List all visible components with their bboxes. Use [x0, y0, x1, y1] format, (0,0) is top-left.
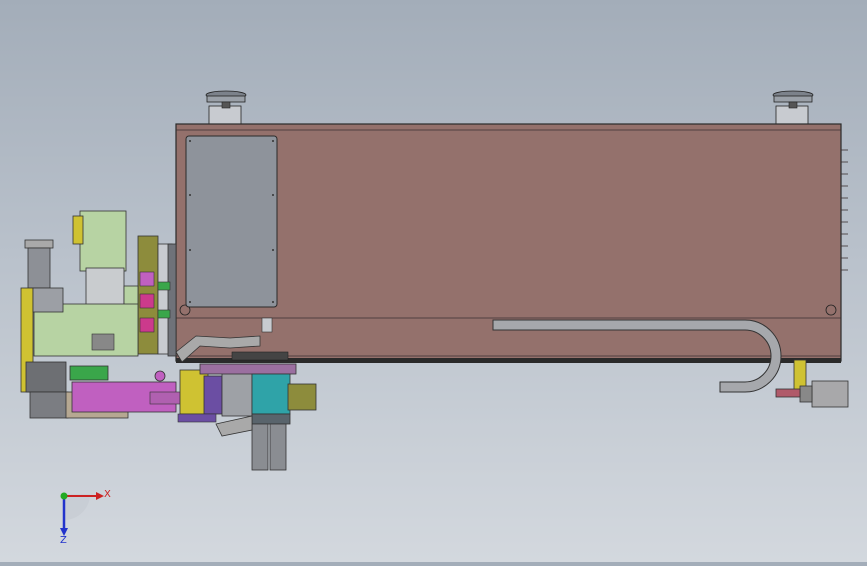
z-axis-label: Z: [60, 535, 67, 546]
cad-viewport[interactable]: X Z: [0, 0, 867, 562]
leveling-foot-left: [205, 90, 247, 125]
access-panel: [185, 135, 278, 308]
y-axis-marker: [60, 492, 68, 500]
coordinate-triad: X Z: [60, 489, 111, 546]
frame-plates: [137, 235, 177, 357]
x-axis-label: X: [104, 489, 111, 500]
assembly-drawing: X Z: [20, 90, 849, 546]
leveling-foot-right: [772, 90, 814, 125]
right-actuator: [775, 359, 849, 408]
